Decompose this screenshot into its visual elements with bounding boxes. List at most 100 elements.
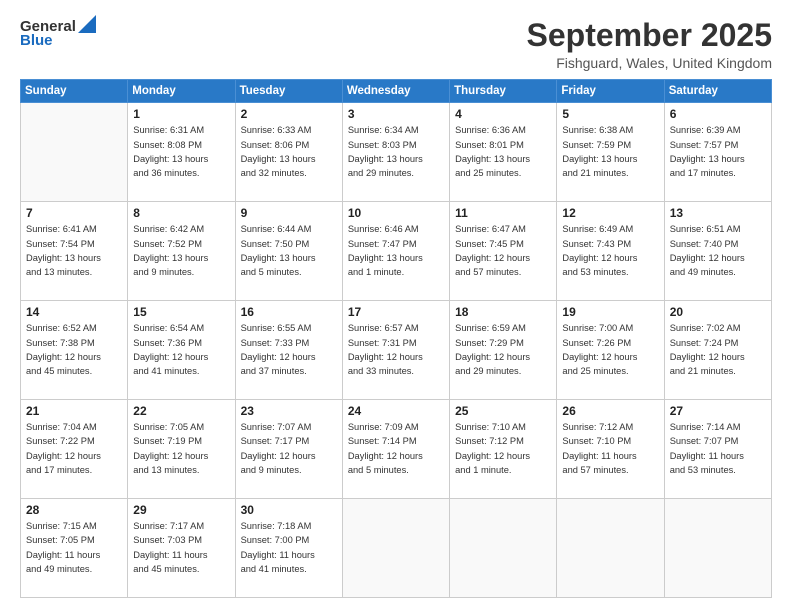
calendar-week-5: 28Sunrise: 7:15 AMSunset: 7:05 PMDayligh…: [21, 499, 772, 598]
day-number: 23: [241, 404, 337, 418]
day-info: Sunrise: 6:51 AMSunset: 7:40 PMDaylight:…: [670, 222, 766, 280]
day-info: Sunrise: 7:09 AMSunset: 7:14 PMDaylight:…: [348, 420, 444, 478]
calendar-cell: 6 Sunrise: 6:39 AMSunset: 7:57 PMDaylight…: [664, 103, 771, 202]
calendar-week-4: 21 Sunrise: 7:04 AMSunset: 7:22 PMDayligh…: [21, 400, 772, 499]
calendar-cell: 14Sunrise: 6:52 AMSunset: 7:38 PMDayligh…: [21, 301, 128, 400]
calendar-cell: 25 Sunrise: 7:10 AMSunset: 7:12 PMDayligh…: [450, 400, 557, 499]
calendar-cell: 13 Sunrise: 6:51 AMSunset: 7:40 PMDayligh…: [664, 202, 771, 301]
calendar-cell: 19 Sunrise: 7:00 AMSunset: 7:26 PMDayligh…: [557, 301, 664, 400]
calendar-week-3: 14Sunrise: 6:52 AMSunset: 7:38 PMDayligh…: [21, 301, 772, 400]
calendar-cell: 30Sunrise: 7:18 AMSunset: 7:00 PMDayligh…: [235, 499, 342, 598]
calendar-cell: 7 Sunrise: 6:41 AMSunset: 7:54 PMDaylight…: [21, 202, 128, 301]
day-info: Sunrise: 6:36 AMSunset: 8:01 PMDaylight:…: [455, 123, 551, 181]
calendar-cell: 26Sunrise: 7:12 AMSunset: 7:10 PMDayligh…: [557, 400, 664, 499]
day-number: 21: [26, 404, 122, 418]
day-info: Sunrise: 7:10 AMSunset: 7:12 PMDaylight:…: [455, 420, 551, 478]
calendar-cell: 15 Sunrise: 6:54 AMSunset: 7:36 PMDayligh…: [128, 301, 235, 400]
day-number: 17: [348, 305, 444, 319]
day-number: 15: [133, 305, 229, 319]
calendar-cell: 20Sunrise: 7:02 AMSunset: 7:24 PMDayligh…: [664, 301, 771, 400]
day-info: Sunrise: 6:49 AMSunset: 7:43 PMDaylight:…: [562, 222, 658, 280]
calendar-cell: 17Sunrise: 6:57 AMSunset: 7:31 PMDayligh…: [342, 301, 449, 400]
location: Fishguard, Wales, United Kingdom: [527, 55, 772, 71]
calendar-cell: 9 Sunrise: 6:44 AMSunset: 7:50 PMDaylight…: [235, 202, 342, 301]
calendar-cell: 4 Sunrise: 6:36 AMSunset: 8:01 PMDaylight…: [450, 103, 557, 202]
calendar-cell: 22Sunrise: 7:05 AMSunset: 7:19 PMDayligh…: [128, 400, 235, 499]
day-info: Sunrise: 6:42 AMSunset: 7:52 PMDaylight:…: [133, 222, 229, 280]
day-info: Sunrise: 7:07 AMSunset: 7:17 PMDaylight:…: [241, 420, 337, 478]
day-number: 24: [348, 404, 444, 418]
weekday-header-saturday: Saturday: [664, 80, 771, 103]
day-info: Sunrise: 7:04 AMSunset: 7:22 PMDaylight:…: [26, 420, 122, 478]
day-number: 5: [562, 107, 658, 121]
calendar-cell: 21 Sunrise: 7:04 AMSunset: 7:22 PMDayligh…: [21, 400, 128, 499]
day-number: 8: [133, 206, 229, 220]
weekday-header-monday: Monday: [128, 80, 235, 103]
day-info: Sunrise: 6:59 AMSunset: 7:29 PMDaylight:…: [455, 321, 551, 379]
calendar-cell: 3 Sunrise: 6:34 AMSunset: 8:03 PMDaylight…: [342, 103, 449, 202]
day-info: Sunrise: 7:05 AMSunset: 7:19 PMDaylight:…: [133, 420, 229, 478]
day-info: Sunrise: 7:17 AMSunset: 7:03 PMDaylight:…: [133, 519, 229, 577]
weekday-header-wednesday: Wednesday: [342, 80, 449, 103]
calendar-cell: [342, 499, 449, 598]
logo-icon: [78, 15, 96, 33]
day-number: 13: [670, 206, 766, 220]
day-info: Sunrise: 6:47 AMSunset: 7:45 PMDaylight:…: [455, 222, 551, 280]
day-number: 6: [670, 107, 766, 121]
calendar-cell: 27 Sunrise: 7:14 AMSunset: 7:07 PMDayligh…: [664, 400, 771, 499]
calendar-cell: 2 Sunrise: 6:33 AMSunset: 8:06 PMDaylight…: [235, 103, 342, 202]
weekday-header-sunday: Sunday: [21, 80, 128, 103]
day-info: Sunrise: 6:31 AMSunset: 8:08 PMDaylight:…: [133, 123, 229, 181]
weekday-header-row: SundayMondayTuesdayWednesdayThursdayFrid…: [21, 80, 772, 103]
day-info: Sunrise: 7:12 AMSunset: 7:10 PMDaylight:…: [562, 420, 658, 478]
day-info: Sunrise: 7:18 AMSunset: 7:00 PMDaylight:…: [241, 519, 337, 577]
calendar-cell: 11 Sunrise: 6:47 AMSunset: 7:45 PMDayligh…: [450, 202, 557, 301]
day-number: 3: [348, 107, 444, 121]
calendar-week-2: 7 Sunrise: 6:41 AMSunset: 7:54 PMDaylight…: [21, 202, 772, 301]
day-number: 10: [348, 206, 444, 220]
calendar-cell: [557, 499, 664, 598]
calendar-cell: [664, 499, 771, 598]
calendar-cell: 29Sunrise: 7:17 AMSunset: 7:03 PMDayligh…: [128, 499, 235, 598]
header: General Blue September 2025 Fishguard, W…: [20, 18, 772, 71]
day-info: Sunrise: 6:34 AMSunset: 8:03 PMDaylight:…: [348, 123, 444, 181]
calendar-cell: 12 Sunrise: 6:49 AMSunset: 7:43 PMDayligh…: [557, 202, 664, 301]
day-info: Sunrise: 6:44 AMSunset: 7:50 PMDaylight:…: [241, 222, 337, 280]
title-block: September 2025 Fishguard, Wales, United …: [527, 18, 772, 71]
day-info: Sunrise: 7:15 AMSunset: 7:05 PMDaylight:…: [26, 519, 122, 577]
day-info: Sunrise: 6:52 AMSunset: 7:38 PMDaylight:…: [26, 321, 122, 379]
calendar-cell: 16 Sunrise: 6:55 AMSunset: 7:33 PMDayligh…: [235, 301, 342, 400]
month-title: September 2025: [527, 18, 772, 53]
day-number: 7: [26, 206, 122, 220]
day-info: Sunrise: 6:33 AMSunset: 8:06 PMDaylight:…: [241, 123, 337, 181]
calendar-cell: 8 Sunrise: 6:42 AMSunset: 7:52 PMDaylight…: [128, 202, 235, 301]
day-number: 9: [241, 206, 337, 220]
day-number: 19: [562, 305, 658, 319]
day-number: 18: [455, 305, 551, 319]
day-number: 12: [562, 206, 658, 220]
day-number: 25: [455, 404, 551, 418]
logo: General Blue: [20, 18, 96, 49]
day-number: 11: [455, 206, 551, 220]
calendar-cell: 23 Sunrise: 7:07 AMSunset: 7:17 PMDayligh…: [235, 400, 342, 499]
day-number: 27: [670, 404, 766, 418]
day-info: Sunrise: 6:41 AMSunset: 7:54 PMDaylight:…: [26, 222, 122, 280]
day-info: Sunrise: 6:54 AMSunset: 7:36 PMDaylight:…: [133, 321, 229, 379]
day-info: Sunrise: 7:14 AMSunset: 7:07 PMDaylight:…: [670, 420, 766, 478]
day-info: Sunrise: 6:39 AMSunset: 7:57 PMDaylight:…: [670, 123, 766, 181]
calendar-cell: 18 Sunrise: 6:59 AMSunset: 7:29 PMDayligh…: [450, 301, 557, 400]
day-info: Sunrise: 7:00 AMSunset: 7:26 PMDaylight:…: [562, 321, 658, 379]
day-number: 1: [133, 107, 229, 121]
day-info: Sunrise: 6:38 AMSunset: 7:59 PMDaylight:…: [562, 123, 658, 181]
calendar-week-1: 1 Sunrise: 6:31 AMSunset: 8:08 PMDaylight…: [21, 103, 772, 202]
calendar-cell: 24 Sunrise: 7:09 AMSunset: 7:14 PMDayligh…: [342, 400, 449, 499]
day-number: 20: [670, 305, 766, 319]
weekday-header-tuesday: Tuesday: [235, 80, 342, 103]
weekday-header-thursday: Thursday: [450, 80, 557, 103]
day-info: Sunrise: 6:55 AMSunset: 7:33 PMDaylight:…: [241, 321, 337, 379]
day-number: 16: [241, 305, 337, 319]
weekday-header-friday: Friday: [557, 80, 664, 103]
calendar-cell: 28Sunrise: 7:15 AMSunset: 7:05 PMDayligh…: [21, 499, 128, 598]
day-number: 2: [241, 107, 337, 121]
day-number: 4: [455, 107, 551, 121]
